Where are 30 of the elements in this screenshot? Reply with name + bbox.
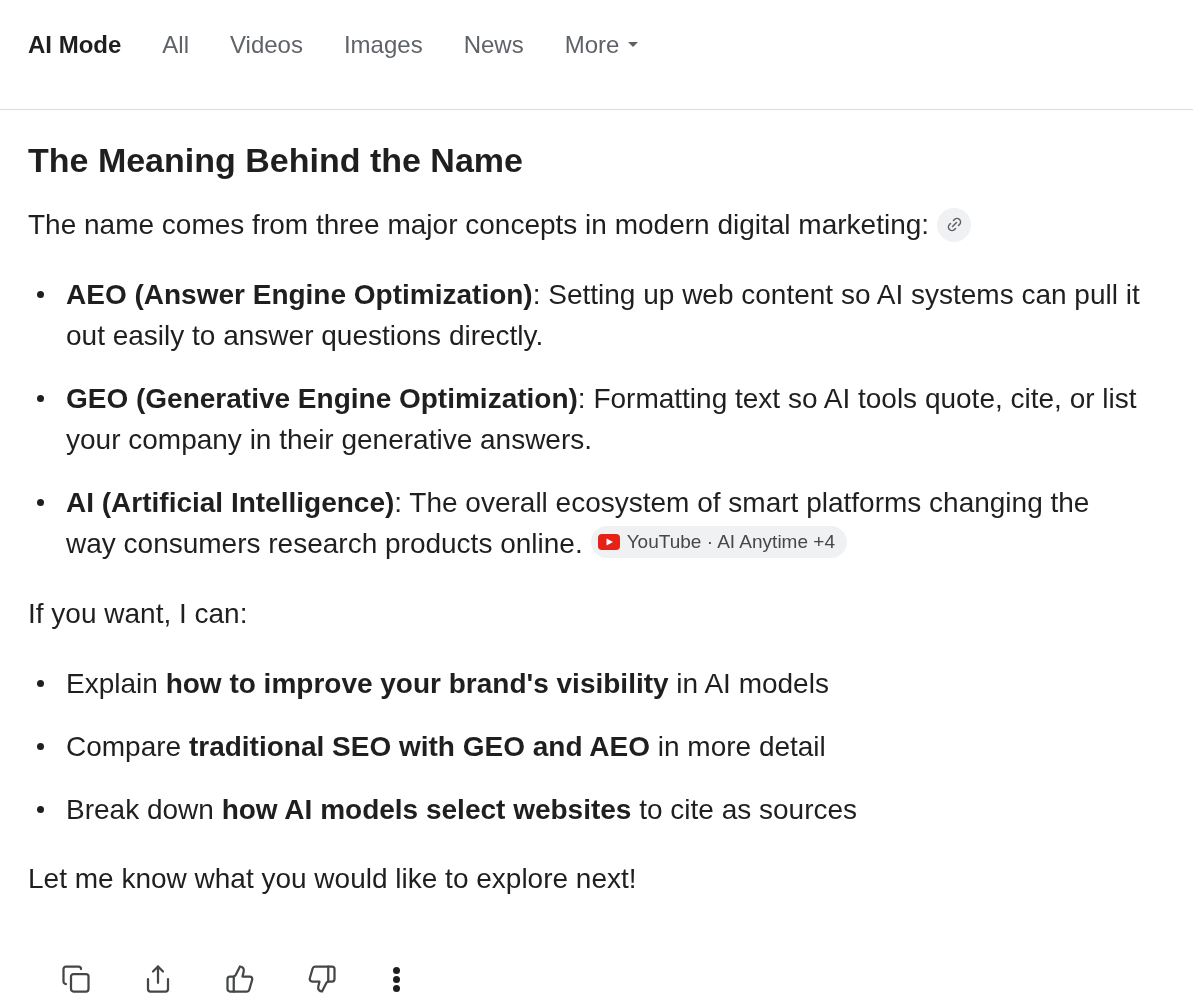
concept-text: GEO (Generative Engine Optimization): Formatting text so AI tools quote, cite, or list your company in their generative answers. [66, 382, 1138, 457]
link-button[interactable] [937, 207, 972, 242]
search-tab[interactable]: News [463, 29, 524, 60]
caret-icon [628, 42, 639, 47]
more-menu-tab[interactable]: More [564, 29, 639, 60]
bullet-icon [37, 395, 44, 402]
thumbs-up-icon [225, 964, 255, 994]
intro-text: The name comes from three major concepts in modern digital marketing: [28, 208, 930, 242]
concept-text: AI (Artificial Intelligence): The overall ecosystem of smart platforms changing the way consumers research products online. YouTube · AI Anytime +4 [66, 486, 1091, 561]
search-tab[interactable]: Videos [230, 29, 303, 60]
bullet-icon [37, 291, 44, 298]
bullet-icon [37, 499, 44, 506]
answer-heading: The Meaning Behind the Name [28, 140, 523, 180]
play-logo-icon [597, 534, 620, 550]
closing-text: Let me know what you would like to explore next! [28, 862, 637, 896]
bullet-icon [37, 743, 44, 750]
offer-text: Explain how to improve your brand's visibility in AI models [66, 667, 829, 701]
offer-text: Compare traditional SEO with GEO and AEO in more detail [66, 730, 826, 764]
more-options-icon [392, 966, 400, 992]
search-tab[interactable]: AI Mode [28, 29, 122, 60]
thumbs-down-icon [307, 964, 337, 994]
concept-text: AEO (Answer Engine Optimization): Setting up web content so AI systems can pull it out easily to answer questions directly. [66, 278, 1141, 353]
offer-intro-text: If you want, I can: [28, 597, 248, 631]
offer-text: Break down how AI models select websites to cite as sources [66, 793, 858, 827]
bullet-icon [37, 806, 44, 813]
source-chip[interactable]: YouTube · AI Anytime +4 [590, 526, 847, 558]
search-tab[interactable]: All [162, 29, 189, 60]
bullet-icon [37, 680, 44, 687]
search-tab[interactable]: Images [343, 29, 423, 60]
copy-icon [61, 964, 91, 994]
